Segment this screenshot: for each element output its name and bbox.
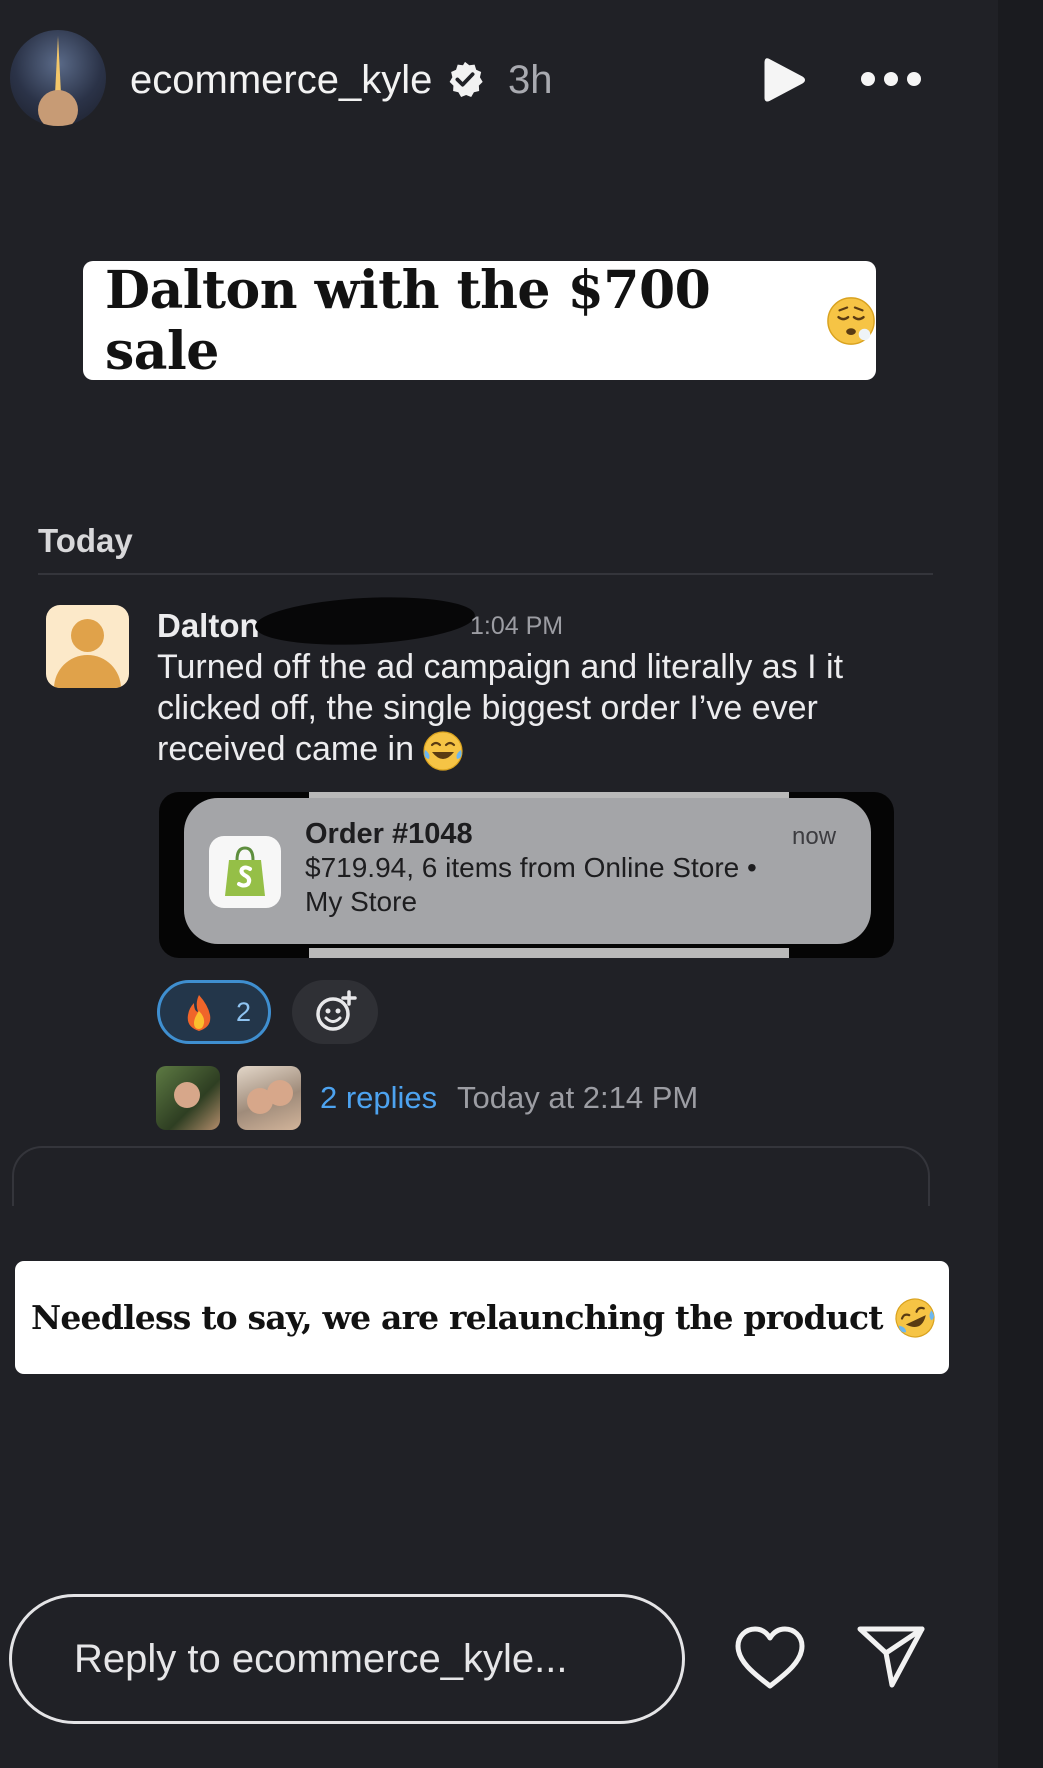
sticker-bottom-text: Needless to say, we are relaunching the …	[31, 1298, 884, 1337]
reply-input[interactable]: Reply to ecommerce_kyle...	[9, 1594, 685, 1724]
divider	[38, 573, 933, 575]
screenshot-edge	[12, 1146, 930, 1206]
message-line-3: received came in	[157, 730, 415, 768]
reaction-count: 2	[236, 997, 252, 1027]
play-icon[interactable]	[762, 56, 806, 104]
message-text: Turned off the ad campaign and literally…	[157, 647, 877, 772]
replier-avatar-2	[237, 1066, 301, 1130]
sender-avatar	[46, 605, 129, 688]
heart-icon[interactable]	[733, 1625, 807, 1691]
profile-avatar[interactable]	[10, 30, 106, 126]
post-time: 3h	[508, 58, 553, 102]
text-sticker-top: Dalton with the $700 sale	[83, 259, 876, 382]
notification-line-2: My Store	[305, 886, 418, 917]
add-emoji-icon	[316, 990, 357, 1031]
replier-avatar-1	[156, 1066, 220, 1130]
send-icon[interactable]	[856, 1624, 926, 1690]
side-edge	[998, 0, 1043, 1768]
notification-line-1: $719.94, 6 items from Online Store •	[305, 852, 757, 883]
message-line-1: Turned off the ad campaign and literally…	[157, 648, 844, 686]
notification-title: Order #1048	[305, 818, 473, 850]
message-line-2: clicked off, the single biggest order I’…	[157, 689, 818, 727]
day-divider-label: Today	[38, 522, 133, 559]
disappointed-relieved-face-icon	[827, 296, 875, 345]
sticker-top-text: Dalton with the $700 sale	[105, 259, 711, 382]
story-viewer: ecommerce_kyle 3h Dalton with the $700 s…	[0, 0, 998, 1768]
reply-placeholder: Reply to ecommerce_kyle...	[74, 1637, 568, 1681]
notification-time: now	[792, 823, 837, 850]
fire-icon	[187, 995, 211, 1031]
sender-name: Dalton	[157, 607, 260, 644]
more-options-icon[interactable]	[858, 66, 924, 92]
thread-replies-link[interactable]: 2 replies	[320, 1080, 437, 1116]
username[interactable]: ecommerce_kyle	[130, 58, 432, 103]
shopify-app-icon	[209, 836, 281, 908]
thread-last-reply-time: Today at 2:14 PM	[457, 1080, 699, 1115]
message-timestamp: 1:04 PM	[470, 612, 564, 640]
add-reaction-button[interactable]	[292, 980, 378, 1044]
face-with-tears-of-joy-icon	[423, 731, 463, 771]
fire-reaction-button[interactable]: 2	[157, 980, 271, 1044]
verified-badge-icon	[449, 61, 483, 97]
text-sticker-bottom: Needless to say, we are relaunching the …	[15, 1261, 949, 1374]
rolling-on-floor-laughing-icon	[895, 1297, 935, 1338]
redaction-scribble	[253, 592, 477, 650]
